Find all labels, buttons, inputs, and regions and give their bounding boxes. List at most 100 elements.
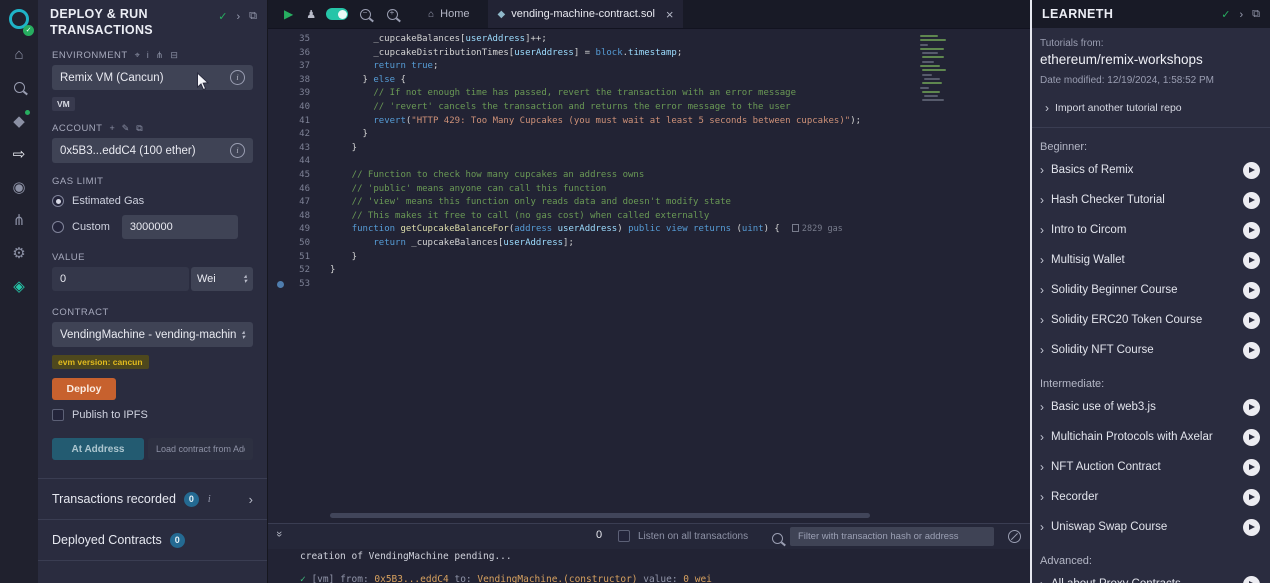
play-tutorial-button[interactable] bbox=[1243, 342, 1260, 359]
tutorial-item[interactable]: ›Solidity ERC20 Token Course bbox=[1040, 305, 1260, 335]
run-script-icon[interactable]: ▶ bbox=[284, 7, 293, 21]
terminal-output[interactable]: creation of VendingMachine pending...✓ [… bbox=[268, 549, 1030, 583]
panel-header: DEPLOY & RUN TRANSACTIONS ✓ › ⧉ bbox=[38, 0, 267, 38]
copilot-toggle[interactable] bbox=[326, 8, 348, 20]
tutorial-item[interactable]: ›All about Proxy Contracts bbox=[1040, 569, 1260, 583]
line-number: 51 bbox=[268, 251, 310, 265]
publish-ipfs-option[interactable]: Publish to IPFS bbox=[52, 409, 253, 421]
chevron-right-icon[interactable]: › bbox=[236, 11, 240, 23]
estimated-gas-label: Estimated Gas bbox=[72, 195, 144, 207]
at-address-input[interactable] bbox=[148, 438, 253, 460]
play-tutorial-button[interactable] bbox=[1243, 489, 1260, 506]
tutorial-item[interactable]: ›Multisig Wallet bbox=[1040, 245, 1260, 275]
tutorial-title: Multichain Protocols with Axelar bbox=[1051, 431, 1236, 443]
play-tutorial-button[interactable] bbox=[1243, 222, 1260, 239]
fork-state-icon[interactable]: ⋔ bbox=[156, 50, 164, 61]
info-icon[interactable]: i bbox=[208, 494, 211, 505]
publish-ipfs-checkbox[interactable] bbox=[52, 409, 64, 421]
plugin-manager-icon[interactable]: ⚙ bbox=[0, 236, 38, 269]
deployed-contracts-section[interactable]: Deployed Contracts 0 bbox=[52, 520, 253, 560]
tutorial-item[interactable]: ›Hash Checker Tutorial bbox=[1040, 185, 1260, 215]
code-line: 52} bbox=[268, 264, 1030, 278]
copy-account-icon[interactable]: ⧉ bbox=[136, 123, 142, 134]
environment-info-icon[interactable]: i bbox=[230, 70, 245, 85]
zoom-out-icon[interactable]: − bbox=[360, 7, 375, 21]
tab-vending-machine-contract[interactable]: ◆ vending-machine-contract.sol × bbox=[488, 0, 684, 28]
logo-check-badge: ✓ bbox=[23, 25, 34, 36]
contract-select[interactable]: VendingMachine - vending-machin ▴ ▾ bbox=[52, 322, 253, 347]
value-input[interactable] bbox=[52, 267, 189, 291]
code-line: 40 // 'revert' cancels the transaction a… bbox=[268, 101, 1030, 115]
add-account-icon[interactable]: + bbox=[109, 123, 114, 134]
close-tab-icon[interactable]: × bbox=[666, 7, 674, 22]
value-unit-select[interactable]: Wei ▴ ▾ bbox=[191, 267, 253, 291]
evm-version-badge: evm version: cancun bbox=[52, 355, 149, 369]
play-tutorial-button[interactable] bbox=[1243, 429, 1260, 446]
tutorial-item[interactable]: ›Multichain Protocols with Axelar bbox=[1040, 422, 1260, 452]
tutorial-item[interactable]: ›Solidity Beginner Course bbox=[1040, 275, 1260, 305]
remix-logo[interactable]: ✓ bbox=[0, 0, 38, 38]
learneth-title: LEARNETH bbox=[1042, 7, 1113, 21]
import-tutorial-link[interactable]: › Import another tutorial repo bbox=[1045, 101, 1260, 115]
terminal-filter-input[interactable] bbox=[790, 527, 994, 546]
tutorial-item[interactable]: ›Intro to Circom bbox=[1040, 215, 1260, 245]
transactions-count-badge: 0 bbox=[184, 492, 199, 507]
file-explorer-icon[interactable]: ⌂ bbox=[0, 38, 38, 71]
learneth-panel: LEARNETH ✓ › ⧉ Tutorials from: ethereum/… bbox=[1030, 0, 1270, 583]
sign-message-icon[interactable]: ✎ bbox=[122, 123, 130, 134]
horizontal-scrollbar[interactable] bbox=[330, 513, 870, 518]
deploy-run-icon[interactable]: ⇨ bbox=[0, 137, 38, 170]
pin-icon[interactable]: ⌖ bbox=[135, 50, 140, 61]
terminal-toolbar: » 0 Listen on all transactions bbox=[268, 523, 1030, 549]
delete-state-icon[interactable]: ⊟ bbox=[170, 50, 178, 61]
expand-terminal-icon[interactable]: » bbox=[273, 531, 285, 537]
play-tutorial-button[interactable] bbox=[1243, 312, 1260, 329]
tutorial-item[interactable]: ›Basic use of web3.js bbox=[1040, 392, 1260, 422]
expand-transactions-icon[interactable]: › bbox=[249, 492, 253, 507]
popout-panel-icon[interactable]: ⧉ bbox=[1252, 8, 1260, 21]
tutorial-item[interactable]: ›Uniswap Swap Course bbox=[1040, 512, 1260, 542]
custom-gas-option[interactable]: Custom bbox=[52, 215, 253, 239]
custom-gas-radio[interactable] bbox=[52, 221, 64, 233]
tab-file-label: vending-machine-contract.sol bbox=[511, 8, 655, 20]
account-select[interactable]: 0x5B3...eddC4 (100 ether) i bbox=[52, 138, 253, 163]
play-tutorial-button[interactable] bbox=[1243, 252, 1260, 269]
custom-gas-input[interactable] bbox=[122, 215, 238, 239]
tab-home[interactable]: ⌂ Home bbox=[418, 0, 479, 28]
chevron-right-icon[interactable]: › bbox=[1239, 9, 1243, 21]
debugger-icon[interactable]: ◉ bbox=[0, 170, 38, 203]
estimated-gas-radio[interactable] bbox=[52, 195, 64, 207]
git-icon[interactable]: ⋔ bbox=[0, 203, 38, 236]
play-tutorial-button[interactable] bbox=[1243, 282, 1260, 299]
play-tutorial-button[interactable] bbox=[1243, 459, 1260, 476]
clear-console-icon[interactable] bbox=[1008, 530, 1021, 543]
play-tutorial-button[interactable] bbox=[1243, 192, 1260, 209]
publish-ipfs-label: Publish to IPFS bbox=[72, 409, 148, 421]
minimap[interactable] bbox=[920, 35, 958, 104]
environment-select[interactable]: Remix VM (Cancun) i bbox=[52, 65, 253, 90]
step-down-icon[interactable]: ▾ bbox=[244, 279, 247, 284]
copilot-icon[interactable]: ♟ bbox=[306, 8, 316, 21]
env-info-icon[interactable]: i bbox=[147, 50, 149, 61]
tutorial-item[interactable]: ›Recorder bbox=[1040, 482, 1260, 512]
play-tutorial-button[interactable] bbox=[1243, 576, 1260, 583]
learneth-plugin-icon[interactable]: ◈ bbox=[0, 269, 38, 302]
deploy-button[interactable]: Deploy bbox=[52, 378, 116, 400]
tutorial-item[interactable]: ›Basics of Remix bbox=[1040, 155, 1260, 185]
estimated-gas-option[interactable]: Estimated Gas bbox=[52, 195, 253, 207]
play-tutorial-button[interactable] bbox=[1243, 519, 1260, 536]
tutorial-item[interactable]: ›Solidity NFT Course bbox=[1040, 335, 1260, 365]
search-icon[interactable] bbox=[0, 71, 38, 104]
solidity-compiler-icon[interactable]: ◆ bbox=[0, 104, 38, 137]
play-tutorial-button[interactable] bbox=[1243, 399, 1260, 416]
play-tutorial-button[interactable] bbox=[1243, 162, 1260, 179]
listen-all-transactions-checkbox[interactable] bbox=[618, 530, 630, 542]
custom-gas-label: Custom bbox=[72, 221, 110, 233]
code-editor[interactable]: 35 _cupcakeBalances[userAddress]++;36 _c… bbox=[268, 29, 1030, 524]
zoom-in-icon[interactable]: + bbox=[387, 7, 402, 21]
transactions-recorded-section[interactable]: Transactions recorded 0 i › bbox=[52, 479, 253, 519]
popout-panel-icon[interactable]: ⧉ bbox=[249, 10, 257, 23]
at-address-button[interactable]: At Address bbox=[52, 438, 144, 460]
account-info-icon[interactable]: i bbox=[230, 143, 245, 158]
tutorial-item[interactable]: ›NFT Auction Contract bbox=[1040, 452, 1260, 482]
